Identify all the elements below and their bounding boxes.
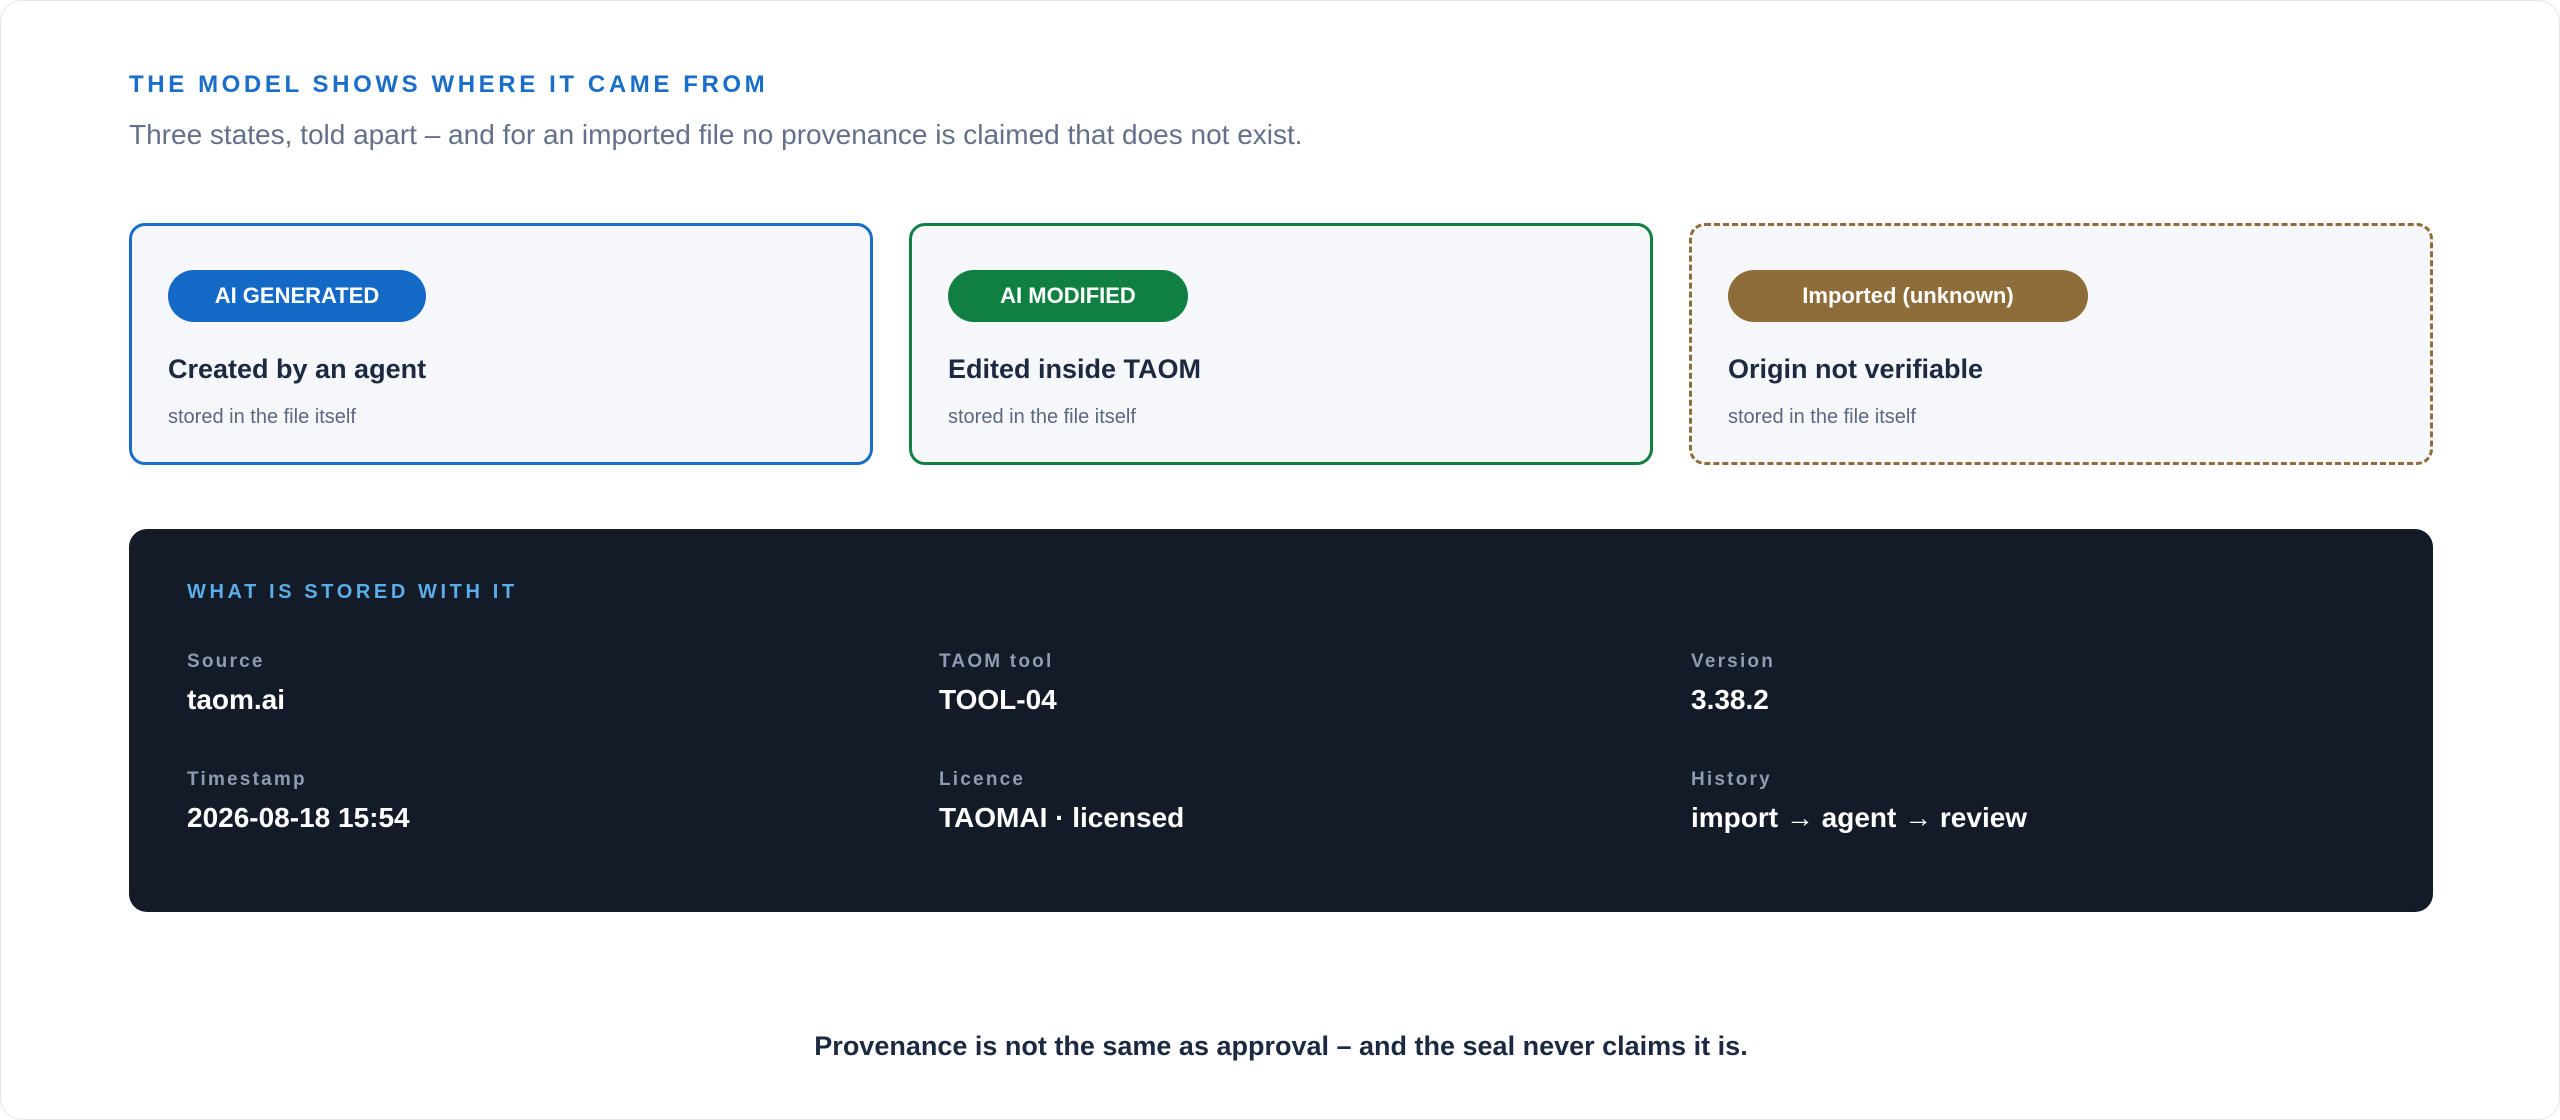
field-taom-tool: TAOM tool TOOL-04 [939,649,1639,717]
field-label: TAOM tool [939,651,1054,672]
ai-generated-badge: AI GENERATED [168,270,426,322]
field-label: Timestamp [187,769,307,790]
field-history: History import → agent → review [1691,767,2391,835]
field-value: 2026-08-18 15:54 [187,802,410,833]
imported-badge: Imported (unknown) [1728,270,2088,322]
field-timestamp: Timestamp 2026-08-18 15:54 [187,767,887,835]
field-value: import → agent → review [1691,802,2028,833]
footer-note: Provenance is not the same as approval –… [814,1031,1748,1061]
field-source: Source taom.ai [187,649,887,717]
field-label: Licence [939,769,1026,790]
state-card-note: stored in the file itself [1728,406,1916,428]
state-card-title: Created by an agent [168,354,427,384]
state-card-imported: Imported (unknown) Origin not verifiable… [1689,223,2433,465]
section-eyebrow: THE MODEL SHOWS WHERE IT CAME FROM [129,71,769,98]
field-value: taom.ai [187,684,286,715]
field-value: TOOL-04 [939,684,1057,715]
field-licence: Licence TAOMAI · licensed [939,767,1639,835]
field-value: TAOMAI · licensed [939,802,1185,833]
field-label: Version [1691,651,1776,672]
page-frame: THE MODEL SHOWS WHERE IT CAME FROM Three… [0,0,2560,1120]
ai-modified-badge: AI MODIFIED [948,270,1188,322]
state-card-title: Edited inside TAOM [948,354,1202,384]
state-card-ai-modified: AI MODIFIED Edited inside TAOM stored in… [909,223,1653,465]
state-card-note: stored in the file itself [168,406,356,428]
state-card-note: stored in the file itself [948,406,1136,428]
field-version: Version 3.38.2 [1691,649,2391,717]
section-subtitle: Three states, told apart – and for an im… [129,119,1303,150]
stored-metadata-panel: WHAT IS STORED WITH IT Source taom.ai TA… [129,529,2433,912]
stored-metadata-heading: WHAT IS STORED WITH IT [187,581,518,603]
field-value: 3.38.2 [1691,684,1769,715]
state-card-title: Origin not verifiable [1728,354,1984,384]
state-card-ai-generated: AI GENERATED Created by an agent stored … [129,223,873,465]
field-label: History [1691,769,1772,790]
field-label: Source [187,651,265,672]
